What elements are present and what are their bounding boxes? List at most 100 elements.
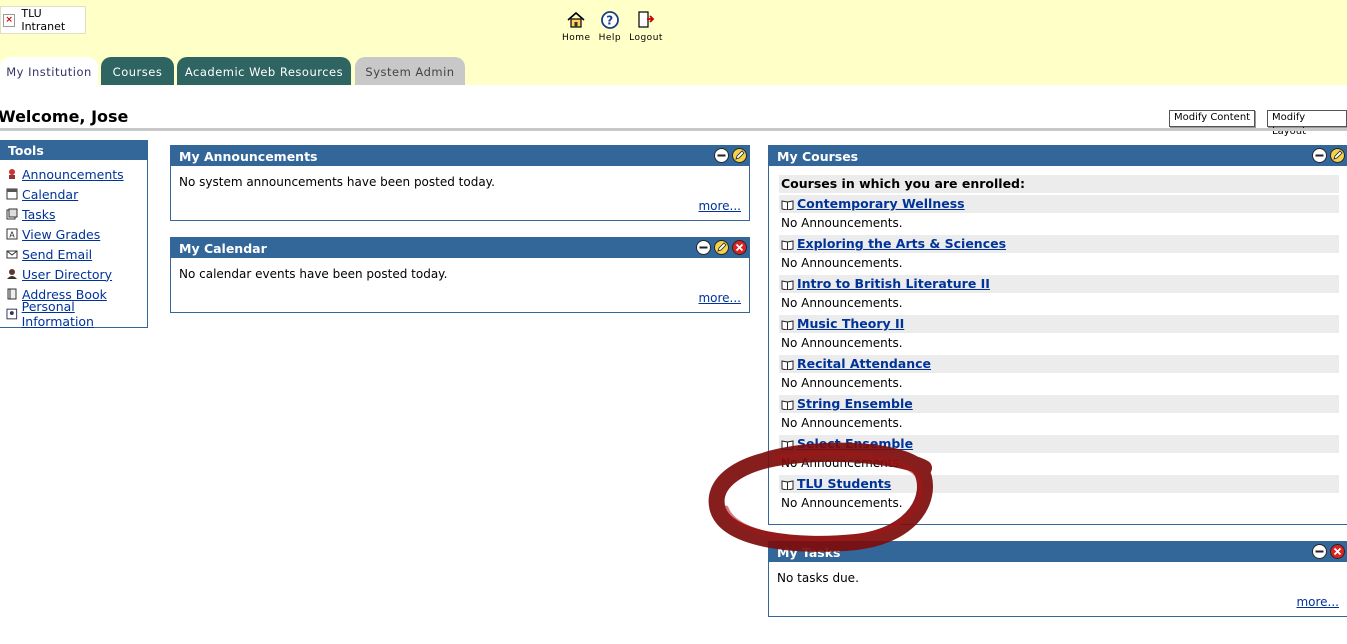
courses-module-title: My Courses: [777, 149, 859, 164]
calendar-module-title: My Calendar: [179, 241, 267, 256]
tool-send-email[interactable]: Send Email: [0, 244, 147, 264]
header-divider: [0, 128, 1347, 131]
calendar-icon: [6, 188, 18, 200]
close-icon[interactable]: [732, 240, 747, 255]
tool-tasks[interactable]: Tasks: [0, 204, 147, 224]
calendar-module: My Calendar No calendar events have been…: [170, 237, 750, 313]
course-link[interactable]: Contemporary Wellness: [797, 195, 965, 213]
courses-module: My Courses Courses in which you are enro…: [768, 145, 1347, 525]
course-row[interactable]: TLU Students: [779, 475, 1339, 493]
course-link[interactable]: String Ensemble: [797, 395, 913, 413]
address-book-icon: [7, 288, 17, 300]
course-link[interactable]: Intro to British Literature II: [797, 275, 990, 293]
tool-user-directory-link[interactable]: User Directory: [22, 267, 112, 282]
tool-view-grades[interactable]: A View Grades: [0, 224, 147, 244]
personal-info-icon: [6, 308, 18, 320]
logout-label: Logout: [629, 33, 663, 43]
tool-user-directory[interactable]: User Directory: [0, 264, 147, 284]
course-no-announcements: No Announcements.: [781, 336, 903, 350]
close-icon[interactable]: [1330, 544, 1345, 559]
tool-announcements[interactable]: Announcements: [0, 164, 147, 184]
svg-text:?: ?: [606, 14, 613, 28]
course-no-announcements: No Announcements.: [781, 496, 903, 510]
courses-list: Courses in which you are enrolled: Conte…: [769, 175, 1347, 513]
announcements-more-link[interactable]: more...: [698, 199, 741, 213]
tasks-icon: [6, 208, 18, 220]
course-link[interactable]: TLU Students: [797, 475, 891, 493]
minimize-icon[interactable]: [714, 148, 729, 163]
tool-personal-information[interactable]: Personal Information: [0, 299, 147, 329]
course-link[interactable]: Recital Attendance: [797, 355, 931, 373]
tools-panel: Tools Announcements Calendar Tasks A Vie…: [0, 140, 148, 329]
tool-calendar-link[interactable]: Calendar: [22, 187, 78, 202]
course-row[interactable]: Music Theory II: [779, 315, 1339, 333]
logout-button[interactable]: Logout: [629, 10, 663, 43]
tool-view-grades-link[interactable]: View Grades: [22, 227, 100, 242]
tool-announcements-link[interactable]: Announcements: [22, 167, 124, 182]
tasks-module-bar: My Tasks: [769, 542, 1347, 562]
course-no-announcements: No Announcements.: [781, 376, 903, 390]
announcements-module-controls: [714, 148, 747, 163]
tab-courses[interactable]: Courses: [101, 57, 174, 85]
tool-calendar[interactable]: Calendar: [0, 184, 147, 204]
minimize-icon[interactable]: [696, 240, 711, 255]
tasks-module-controls: [1312, 544, 1345, 559]
book-icon: [781, 279, 794, 290]
courses-module-controls: [1312, 148, 1345, 163]
calendar-module-bar: My Calendar: [171, 238, 749, 258]
edit-icon[interactable]: [732, 148, 747, 163]
book-icon: [781, 439, 794, 450]
book-icon: [781, 359, 794, 370]
tools-title: Tools: [0, 141, 147, 160]
course-no-announcements: No Announcements.: [781, 256, 903, 270]
calendar-more-link[interactable]: more...: [698, 291, 741, 305]
minimize-icon[interactable]: [1312, 148, 1327, 163]
tasks-module: My Tasks No tasks due. more...: [768, 541, 1347, 617]
edit-icon[interactable]: [1330, 148, 1345, 163]
tool-tasks-link[interactable]: Tasks: [22, 207, 56, 222]
course-row[interactable]: String Ensemble: [779, 395, 1339, 413]
help-label: Help: [598, 33, 622, 43]
edit-icon[interactable]: [714, 240, 729, 255]
tab-academic-web-resources[interactable]: Academic Web Resources: [177, 57, 351, 85]
modify-layout-button[interactable]: Modify Layout: [1267, 110, 1347, 137]
header-bar: × TLU Intranet Home ? Help Logout My Ins…: [0, 0, 1347, 85]
course-row[interactable]: Exploring the Arts & Sciences: [779, 235, 1339, 253]
course-row[interactable]: Recital Attendance: [779, 355, 1339, 373]
course-link[interactable]: Exploring the Arts & Sciences: [797, 235, 1006, 253]
course-row[interactable]: Contemporary Wellness: [779, 195, 1339, 213]
home-label: Home: [562, 33, 591, 43]
grades-icon: A: [6, 228, 18, 240]
svg-text:A: A: [9, 231, 15, 240]
book-icon: [781, 399, 794, 410]
course-row[interactable]: Intro to British Literature II: [779, 275, 1339, 293]
modify-content-button[interactable]: Modify Content: [1169, 110, 1256, 127]
tab-my-institution[interactable]: My Institution: [0, 57, 98, 85]
course-link[interactable]: Music Theory II: [797, 315, 904, 333]
book-icon: [781, 239, 794, 250]
home-button[interactable]: Home: [562, 10, 591, 43]
tool-personal-information-link[interactable]: Personal Information: [22, 299, 147, 329]
logo-text: TLU Intranet: [21, 7, 66, 33]
email-icon: [6, 250, 18, 259]
course-row[interactable]: Select Ensemble: [779, 435, 1339, 453]
page-title: Welcome, Jose: [0, 107, 129, 126]
tasks-more-link[interactable]: more...: [1296, 595, 1339, 609]
tab-system-admin[interactable]: System Admin: [355, 57, 465, 85]
calendar-module-controls: [696, 240, 747, 255]
institution-logo[interactable]: × TLU Intranet: [0, 6, 86, 34]
tasks-module-title: My Tasks: [777, 545, 841, 560]
courses-heading: Courses in which you are enrolled:: [779, 175, 1339, 193]
minimize-icon[interactable]: [1312, 544, 1327, 559]
announcements-module: My Announcements No system announcements…: [170, 145, 750, 221]
announcements-text: No system announcements have been posted…: [179, 175, 495, 189]
help-button[interactable]: ? Help: [599, 10, 622, 43]
broken-image-icon: ×: [3, 13, 16, 27]
book-icon: [781, 479, 794, 490]
announcements-icon: [9, 169, 15, 179]
course-link[interactable]: Select Ensemble: [797, 435, 913, 453]
course-no-announcements: No Announcements.: [781, 416, 903, 430]
announcements-module-title: My Announcements: [179, 149, 318, 164]
tool-send-email-link[interactable]: Send Email: [22, 247, 92, 262]
help-icon: ?: [600, 11, 619, 29]
